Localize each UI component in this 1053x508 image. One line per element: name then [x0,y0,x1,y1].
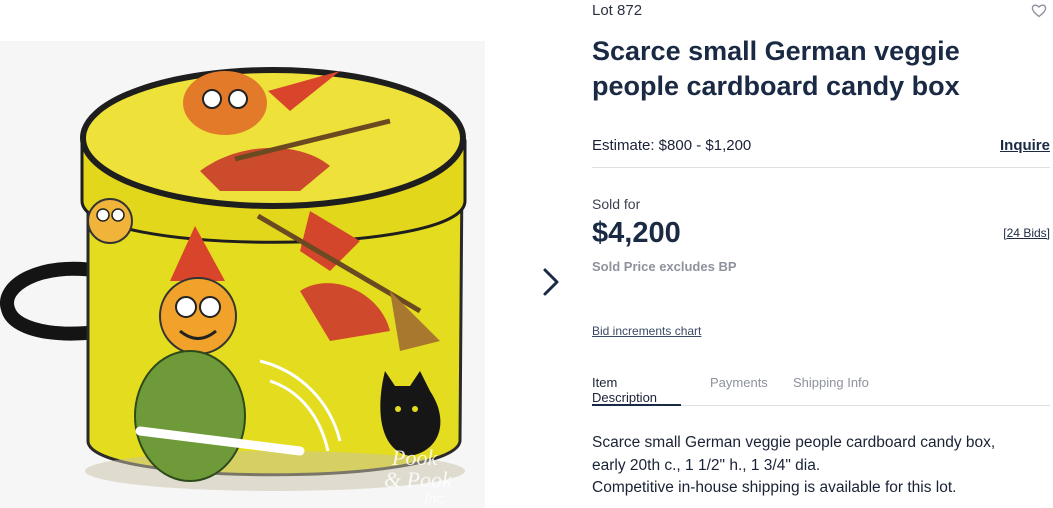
favorite-button[interactable] [1031,3,1047,18]
svg-text:Inc.: Inc. [423,491,447,507]
estimate-row: Estimate: $800 - $1,200 Inquire [592,136,1050,168]
lot-number: Lot 872 [592,2,643,19]
next-image-button[interactable] [538,266,564,298]
item-description: Scarce small German veggie people cardbo… [592,432,1050,500]
detail-tabs: Item Description Payments Shipping Info [592,372,1050,406]
estimate-text: Estimate: $800 - $1,200 [592,137,752,154]
bids-count-link[interactable]: [24 Bids] [1003,226,1050,240]
tab-payments[interactable]: Payments [710,375,768,406]
buyers-premium-note: Sold Price excludes BP [592,259,737,274]
candy-box-illustration: Pook & Pook Inc. [0,41,485,508]
sold-for-label: Sold for [592,196,641,212]
svg-text:& Pook: & Pook [384,467,453,492]
bid-increments-link[interactable]: Bid increments chart [592,324,701,338]
tab-item-description[interactable]: Item Description [592,375,681,406]
description-line: early 20th c., 1 1/2" h., 1 3/4" dia. [592,456,821,474]
inquire-link[interactable]: Inquire [1000,137,1050,154]
sold-price: $4,200 [592,217,681,249]
tab-shipping-info[interactable]: Shipping Info [793,375,869,406]
description-line: Competitive in-house shipping is availab… [592,479,957,496]
chevron-right-icon [543,268,559,296]
description-line: Scarce small German veggie people cardbo… [592,434,996,451]
lot-title: Scarce small German veggie people cardbo… [592,36,960,101]
lot-image[interactable]: Pook & Pook Inc. [0,41,485,508]
heart-icon [1031,4,1047,18]
